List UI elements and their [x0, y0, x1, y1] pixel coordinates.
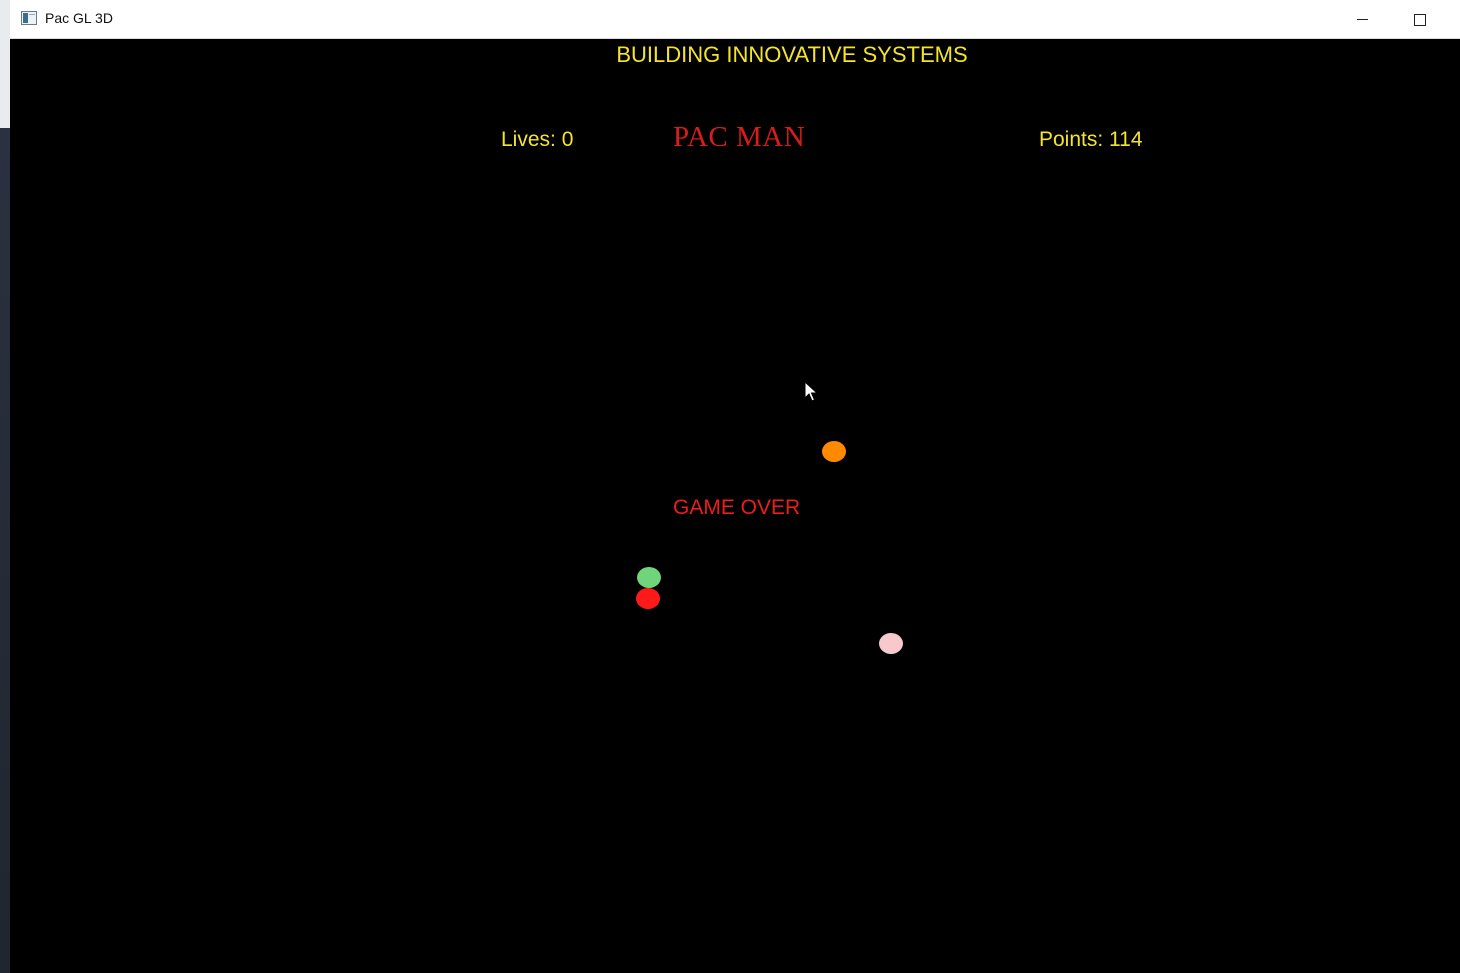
game-title: PAC MAN	[673, 121, 806, 153]
minimize-icon	[1357, 19, 1368, 20]
banner-text: BUILDING INNOVATIVE SYSTEMS	[616, 42, 968, 67]
game-canvas[interactable]: BUILDING INNOVATIVE SYSTEMS Lives: 0 PAC…	[10, 39, 1460, 973]
pink-ghost	[879, 633, 903, 654]
game-window: Pac GL 3D BUILDING INNOVATIVE SYSTEMS Li…	[10, 0, 1460, 973]
lives-counter: Lives: 0	[501, 128, 574, 151]
orange-ghost	[822, 441, 846, 462]
minimize-button[interactable]	[1335, 0, 1391, 38]
game-over-message: GAME OVER	[673, 496, 801, 519]
title-bar[interactable]: Pac GL 3D	[10, 0, 1460, 39]
app-window-icon	[21, 11, 37, 25]
window-title: Pac GL 3D	[45, 10, 113, 26]
green-ghost	[637, 567, 661, 588]
mouse-cursor-icon	[804, 381, 818, 402]
points-counter: Points: 114	[1039, 128, 1143, 151]
maximize-icon	[1414, 14, 1426, 26]
red-ghost	[636, 588, 660, 609]
desktop-edge	[0, 0, 10, 973]
maximize-button[interactable]	[1392, 0, 1448, 38]
